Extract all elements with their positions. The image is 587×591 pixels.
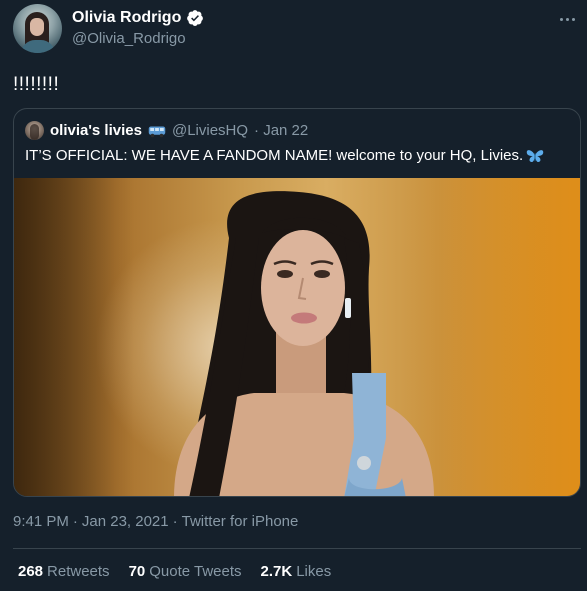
meta-separator: · — [72, 513, 78, 530]
tweet-time[interactable]: 9:41 PM — [13, 513, 69, 530]
retweets-label: Retweets — [47, 563, 110, 580]
quoted-text-row: IT’S OFFICIAL: WE HAVE A FANDOM NAME! we… — [25, 147, 544, 164]
quoted-photo[interactable] — [14, 178, 580, 496]
tweet-source-link[interactable]: Twitter for iPhone — [182, 513, 299, 530]
quote-tweets-label: Quote Tweets — [149, 563, 242, 580]
likes-count: 2.7K — [260, 563, 293, 580]
verified-badge-icon — [187, 10, 204, 26]
more-options-icon[interactable] — [556, 12, 578, 26]
tweet-date[interactable]: Jan 23, 2021 — [82, 513, 169, 530]
divider — [13, 548, 581, 549]
quoted-avatar[interactable] — [25, 121, 44, 140]
author-avatar[interactable] — [13, 4, 62, 53]
engagement-stats: 268 Retweets 70 Quote Tweets 2.7K Likes — [18, 563, 331, 580]
avatar-face — [30, 18, 44, 36]
quoted-handle[interactable]: @LiviesHQ — [172, 122, 248, 139]
retweets-count: 268 — [18, 563, 44, 580]
avatar-shirt — [21, 40, 55, 53]
quoted-text: IT’S OFFICIAL: WE HAVE A FANDOM NAME! we… — [25, 147, 524, 164]
bus-emoji-icon — [148, 126, 166, 137]
author-handle[interactable]: @Olivia_Rodrigo — [72, 30, 186, 47]
meta-separator: · — [172, 513, 178, 530]
quoted-header: olivia's livies @LiviesHQ · Jan 22 — [25, 121, 308, 140]
quoted-tweet[interactable]: olivia's livies @LiviesHQ · Jan 22 IT’S … — [13, 108, 581, 497]
author-display-name[interactable]: Olivia Rodrigo — [72, 9, 181, 27]
quoted-date[interactable]: · Jan 22 — [254, 122, 308, 139]
quoted-display-name[interactable]: olivia's livies — [50, 122, 142, 139]
quote-tweets-count: 70 — [128, 563, 146, 580]
quote-tweets-stat[interactable]: 70 Quote Tweets — [129, 563, 242, 580]
retweets-stat[interactable]: 268 Retweets — [18, 563, 110, 580]
tweet-meta: 9:41 PM · Jan 23, 2021 · Twitter for iPh… — [13, 513, 298, 530]
tweet-text: !!!!!!!! — [13, 74, 60, 95]
butterfly-emoji-icon — [526, 149, 544, 162]
author-name-row: Olivia Rodrigo — [72, 9, 204, 27]
photo-portrait-figure — [174, 191, 434, 496]
likes-stat[interactable]: 2.7K Likes — [261, 563, 332, 580]
tweet: Olivia Rodrigo @Olivia_Rodrigo !!!!!!!! … — [0, 0, 587, 591]
likes-label: Likes — [296, 563, 332, 580]
